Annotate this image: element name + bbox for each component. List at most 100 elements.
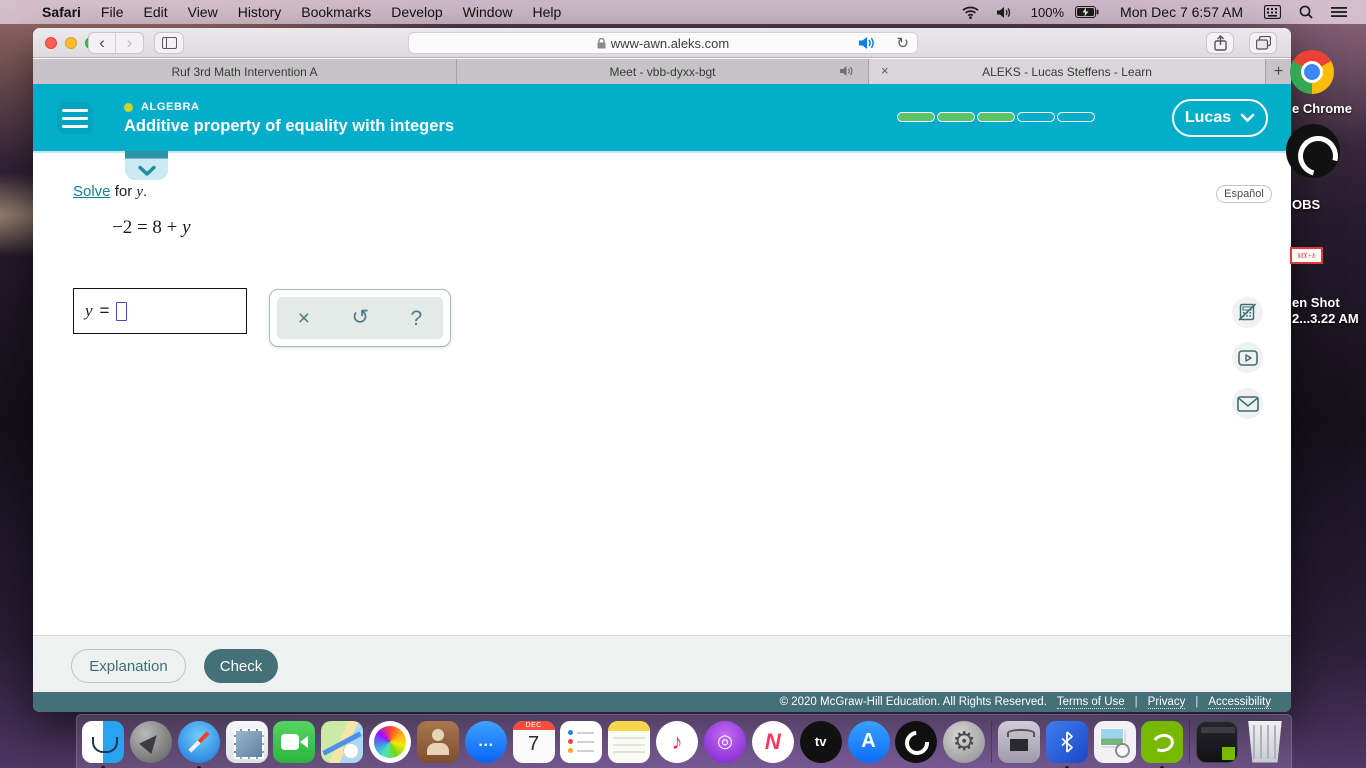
menubar-clock[interactable]: Mon Dec 7 6:57 AM [1108,4,1255,20]
collapse-panel-button[interactable] [125,151,168,180]
tab-audio-icon[interactable] [840,65,854,77]
dock-notes-icon[interactable] [608,720,651,763]
calendar-month: DEC [512,720,555,730]
menu-bookmarks[interactable]: Bookmarks [291,4,381,20]
solve-link[interactable]: Solve [73,183,111,200]
aleks-header: ALGEBRA Additive property of equality wi… [33,84,1291,151]
dock-system-preferences-icon[interactable]: ⚙ [943,720,986,763]
espanol-button[interactable]: Español [1216,185,1272,203]
explanation-button[interactable]: Explanation [71,649,186,683]
dock-finder-icon[interactable] [82,720,124,768]
chrome-desktop-icon[interactable] [1290,50,1334,94]
menu-help[interactable]: Help [522,4,571,20]
keyboard-icon[interactable] [1255,5,1290,19]
reload-icon[interactable]: ↻ [896,34,909,52]
menu-safari[interactable]: Safari [32,4,91,20]
obs-desktop-icon[interactable] [1286,124,1340,178]
message-button[interactable] [1232,388,1263,419]
calendar-day: 7 [528,732,540,755]
equation-variable: y [182,217,191,238]
dock-tv-icon[interactable]: tv [799,720,842,763]
accessibility-link[interactable]: Accessibility [1208,696,1271,709]
news-glyph: N [764,728,781,754]
tab-overview-button[interactable] [1249,32,1277,54]
dock-mail-icon[interactable] [225,720,268,763]
volume-icon[interactable] [988,6,1021,19]
equation: −2 = 8 + y [112,217,191,239]
calculator-disabled-button[interactable] [1232,297,1263,328]
dock-messages-icon[interactable]: … [464,720,507,763]
search-icon[interactable] [1290,5,1322,19]
espanol-label: Español [1224,188,1264,200]
minimize-window-button[interactable] [65,37,77,49]
list-icon[interactable] [1322,6,1356,18]
dock-launchpad-icon[interactable] [129,720,172,763]
progress-segment-empty [1017,112,1055,122]
music-glyph: ♪ [671,728,683,754]
hamburger-menu-button[interactable] [57,102,93,134]
tab-close-icon[interactable]: × [877,63,893,78]
dock-safari-icon[interactable] [177,720,220,768]
dock-music-icon[interactable]: ♪ [656,720,699,763]
help-button[interactable]: ? [411,308,423,329]
dock-contacts-icon[interactable] [416,720,459,763]
menu-develop[interactable]: Develop [381,4,452,20]
dock-calendar-icon[interactable]: DEC 7 [512,720,555,763]
menu-file[interactable]: File [91,4,134,20]
battery-percent: 100% [1030,4,1065,20]
tab-meet[interactable]: Meet - vbb-dyxx-bgt [457,59,869,84]
mail-icon [1236,395,1259,412]
dock-facetime-icon[interactable] [273,720,316,763]
screenshot-thumbnail[interactable]: MX+b [1290,247,1323,264]
menu-window[interactable]: Window [453,4,523,20]
calculator-disabled-icon [1238,303,1257,321]
dock-news-icon[interactable]: N [751,720,794,763]
check-button[interactable]: Check [204,649,278,683]
dock-minimized-window[interactable] [1196,720,1239,763]
category-dot [124,102,133,112]
url-text: www-awn.aleks.com [610,35,730,51]
titlebar[interactable]: ‹ › www-awn.aleks.com ↻ [33,28,1291,58]
answer-toolbar: × ↺ ? [269,289,451,347]
user-menu-button[interactable]: Lucas [1172,99,1268,137]
share-button[interactable] [1206,32,1234,54]
menu-view[interactable]: View [178,4,228,20]
page-footer: © 2020 McGraw-Hill Education. All Rights… [33,692,1291,712]
dock-photos-icon[interactable] [369,720,412,763]
back-button[interactable]: ‹ [89,33,116,53]
sidebar-toggle-button[interactable] [154,32,184,54]
answer-box[interactable]: y = [73,288,247,334]
answer-input[interactable] [116,301,128,321]
dock-preview-icon[interactable] [1093,720,1136,763]
close-window-button[interactable] [45,37,57,49]
menu-history[interactable]: History [228,4,292,20]
dock-appstore-icon[interactable]: A [847,720,890,763]
privacy-link[interactable]: Privacy [1147,696,1186,709]
menu-edit[interactable]: Edit [133,4,177,20]
category-label: ALGEBRA [141,101,200,113]
undo-button[interactable]: ↺ [351,307,369,328]
page-title: Additive property of equality with integ… [124,117,455,135]
dock-nvidia-icon[interactable] [1141,720,1184,768]
battery-charging-icon[interactable] [1066,6,1108,18]
dock-maps-icon[interactable] [321,720,364,763]
tab-ruf-math[interactable]: Ruf 3rd Math Intervention A [33,59,457,84]
dock-obs-icon[interactable] [895,720,938,763]
footer-separator: | [1134,696,1138,708]
menu-bar: Safari File Edit View History Bookmarks … [0,0,1366,24]
clear-button[interactable]: × [298,308,310,329]
audio-playing-icon[interactable] [859,36,875,50]
dock-trash-icon[interactable] [1244,720,1286,763]
tab-aleks[interactable]: × ALEKS - Lucas Steffens - Learn [869,59,1266,84]
dock-reminders-icon[interactable] [560,720,603,763]
dock-chip-programmer-icon[interactable] [997,720,1040,763]
new-tab-button[interactable]: + [1266,59,1291,84]
panel-divider [33,151,1291,153]
dock-bluetooth-icon[interactable] [1045,720,1088,768]
video-button[interactable] [1232,342,1263,373]
wifi-icon[interactable] [953,6,988,19]
terms-of-use-link[interactable]: Terms of Use [1056,696,1125,709]
forward-button[interactable]: › [116,33,143,53]
url-field[interactable]: www-awn.aleks.com ↻ [408,32,918,54]
dock-podcasts-icon[interactable]: ◎ [703,720,746,763]
